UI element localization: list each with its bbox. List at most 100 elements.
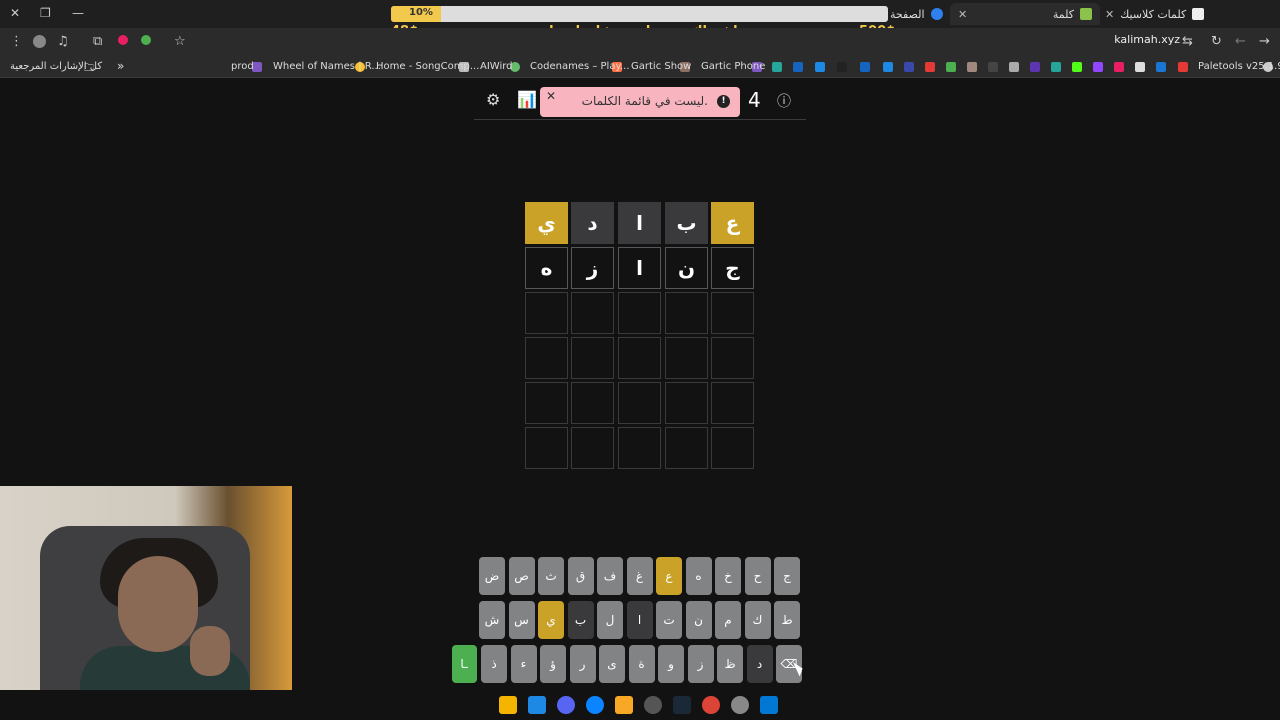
keyboard-key[interactable]: م [715, 601, 741, 639]
browser-menu-icon[interactable]: ⋮ [10, 34, 23, 49]
keyboard-key[interactable]: غ [626, 557, 653, 595]
bookmark-icon[interactable] [1030, 62, 1040, 72]
taskbar-obs-icon[interactable] [644, 696, 662, 714]
taskbar-file-explorer-icon[interactable] [615, 696, 633, 714]
taskbar-chrome-icon[interactable] [702, 696, 720, 714]
extension-shield-icon[interactable] [141, 35, 151, 45]
restore-window-icon[interactable]: ❐ [40, 6, 51, 20]
bookmark-gartic-phone[interactable]: Gartic Phone [701, 61, 765, 72]
keyboard-key[interactable]: ب [567, 601, 594, 639]
board-tile [571, 292, 614, 334]
keyboard-key[interactable]: ة [628, 645, 655, 683]
bookmark-icon[interactable] [967, 62, 977, 72]
bookmark-icon[interactable] [860, 62, 870, 72]
keyboard-key[interactable]: ى [599, 645, 625, 683]
keyboard-key[interactable]: ث [538, 557, 564, 595]
keyboard-key[interactable]: و [658, 645, 684, 683]
bookmark-gartic-show[interactable]: Gartic Show [631, 61, 691, 72]
keyboard-key[interactable]: ذ [481, 645, 507, 683]
bookmark-icon[interactable] [904, 62, 914, 72]
bookmark-x-icon[interactable] [1135, 62, 1145, 72]
keyboard-key[interactable]: ظ [717, 645, 743, 683]
keyboard-key[interactable]: ء [510, 645, 537, 683]
profile-avatar[interactable] [33, 35, 46, 48]
keyboard-key[interactable]: ع [656, 557, 682, 595]
taskbar-steam-icon[interactable] [673, 696, 691, 714]
keyboard-key[interactable]: ت [656, 601, 682, 639]
address-bar-url[interactable]: kalimah.xyz [1114, 33, 1180, 46]
taskbar-settings-icon[interactable] [731, 696, 749, 714]
help-icon[interactable]: ⓘ [777, 91, 791, 111]
keyboard-key[interactable]: ص [508, 557, 535, 595]
close-tab-icon[interactable]: ✕ [958, 8, 967, 21]
tab-kalimat-classic[interactable]: ✕ كلمات كلاسيك [1105, 3, 1205, 25]
bookmark-instagram-icon[interactable] [1114, 62, 1124, 72]
keyboard-key[interactable]: ج [774, 557, 800, 595]
keyboard-key[interactable]: ف [597, 557, 623, 595]
bookmark-songcomp[interactable]: Home - SongComp... [376, 61, 479, 72]
keyboard-key[interactable]: ؤ [540, 645, 566, 683]
close-window-icon[interactable]: ✕ [10, 6, 20, 20]
keyboard-key[interactable]: ي [538, 601, 564, 639]
keyboard-key[interactable]: خ [715, 557, 741, 595]
keyboard-key[interactable]: ش [479, 601, 505, 639]
bookmark-paletools[interactable]: Paletools v25.1.9 [1198, 61, 1280, 72]
extensions-puzzle-icon[interactable]: ⧉ [93, 34, 102, 49]
taskbar-rockstar-icon[interactable] [499, 696, 517, 714]
bookmark-icon[interactable] [793, 62, 803, 72]
close-toast-icon[interactable]: ✕ [546, 89, 556, 103]
bookmark-icon[interactable] [988, 62, 998, 72]
bookmark-kick-icon[interactable] [1072, 62, 1082, 72]
more-bookmarks-icon[interactable]: » [117, 59, 124, 73]
keyboard-key[interactable]: ا [626, 601, 653, 639]
taskbar-start-icon[interactable] [760, 696, 778, 714]
keyboard-key[interactable]: ح [744, 557, 771, 595]
keyboard-key[interactable]: ر [569, 645, 596, 683]
keyboard-key[interactable]: ض [479, 557, 505, 595]
extension-icon[interactable] [118, 35, 128, 45]
statistics-chart-icon[interactable]: 📊 [517, 90, 537, 109]
bookmark-star-icon[interactable]: ☆ [174, 34, 186, 49]
bookmark-icon[interactable] [1051, 62, 1061, 72]
tab-kalimah[interactable]: ✕ كلمة [950, 3, 1100, 25]
keyboard-key[interactable]: ق [567, 557, 594, 595]
forward-icon[interactable]: ← [1235, 34, 1246, 49]
bookmark-icon[interactable] [1009, 62, 1019, 72]
taskbar-edge-icon[interactable] [586, 696, 604, 714]
bookmark-icon[interactable] [883, 62, 893, 72]
taskbar-discord-icon[interactable] [557, 696, 575, 714]
bookmark-icon[interactable] [946, 62, 956, 72]
keyboard-key[interactable]: ط [774, 601, 800, 639]
keyboard-key[interactable]: ه [685, 557, 712, 595]
keyboard-key[interactable]: ل [597, 601, 623, 639]
bookmark-codenames[interactable]: Codenames – Play... [530, 61, 630, 72]
enter-key[interactable]: ـا [451, 645, 477, 683]
keyboard-key[interactable]: ك [744, 601, 771, 639]
board-tile: ب [665, 202, 708, 244]
bookmark-icon[interactable] [772, 62, 782, 72]
site-settings-icon[interactable]: ⇆ [1182, 34, 1193, 49]
bookmark-youtube-icon[interactable] [1178, 62, 1188, 72]
keyboard-key[interactable]: س [508, 601, 535, 639]
reload-icon[interactable]: ↻ [1211, 34, 1222, 49]
bookmark-icon[interactable] [1156, 62, 1166, 72]
settings-gear-icon[interactable]: ⚙ [486, 90, 500, 109]
back-icon[interactable]: → [1259, 34, 1270, 49]
taskbar-app-icon[interactable] [528, 696, 546, 714]
bookmark-icon[interactable] [925, 62, 935, 72]
keyboard-key[interactable]: ن [685, 601, 712, 639]
keyboard-key[interactable]: ز [687, 645, 714, 683]
bookmark-aiwird[interactable]: AIWird [480, 61, 513, 72]
all-bookmarks-link[interactable]: كل الإشارات المرجعية [10, 61, 102, 72]
bookmark-wheel-of-names[interactable]: Wheel of Names | R... [273, 61, 381, 72]
webcam-person-face [118, 556, 198, 652]
bookmark-prod[interactable]: prod [231, 61, 254, 72]
media-controls-icon[interactable]: ♫ [57, 34, 69, 49]
bookmark-icon[interactable] [837, 62, 847, 72]
keyboard-key[interactable]: د [746, 645, 773, 683]
bookmark-twitch-icon[interactable] [1093, 62, 1103, 72]
tab-page[interactable]: الصفحة [890, 3, 943, 25]
close-tab-icon[interactable]: ✕ [1105, 8, 1114, 21]
minimize-window-icon[interactable]: — [72, 6, 84, 20]
bookmark-icon[interactable] [815, 62, 825, 72]
